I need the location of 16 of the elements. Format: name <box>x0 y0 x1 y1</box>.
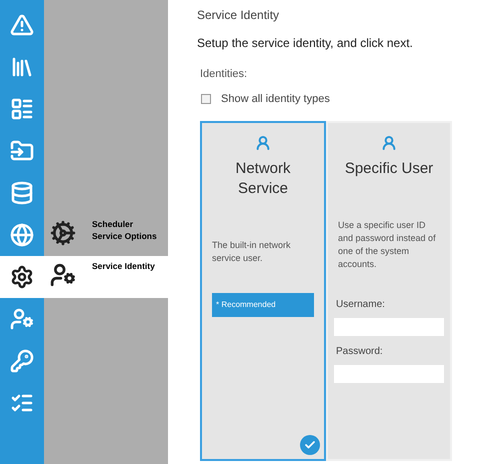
instruction-text: Setup the service identity, and click next. <box>197 35 414 52</box>
identity-card[interactable]: Specific User Use a specific user ID and password instead of one of the system accounts. Username: Password: <box>326 121 452 461</box>
sub-nav-item[interactable]: Service Identity <box>44 256 168 298</box>
card-description: The built-in network service user. <box>211 239 292 265</box>
field-label: Username: <box>336 298 386 312</box>
identities-label: Identities: <box>200 67 248 82</box>
sub-nav-label: Service Identity <box>91 260 155 272</box>
show-all-checkbox[interactable]: Show all identity types <box>201 90 500 107</box>
sub-nav-label: Scheduler Service Options <box>91 218 158 242</box>
card-title: Network Service <box>234 159 292 199</box>
page-title: Service Identity <box>197 7 280 24</box>
field-label: Password: <box>336 345 384 359</box>
recommended-badge: * Recommended <box>212 293 314 317</box>
card-title: Specific User <box>344 159 434 179</box>
identity-card[interactable]: Network Service The built-in network service user. * Recommended <box>200 121 326 461</box>
card-description: Use a specific user ID and password instead of one of the system accounts. <box>337 219 437 271</box>
